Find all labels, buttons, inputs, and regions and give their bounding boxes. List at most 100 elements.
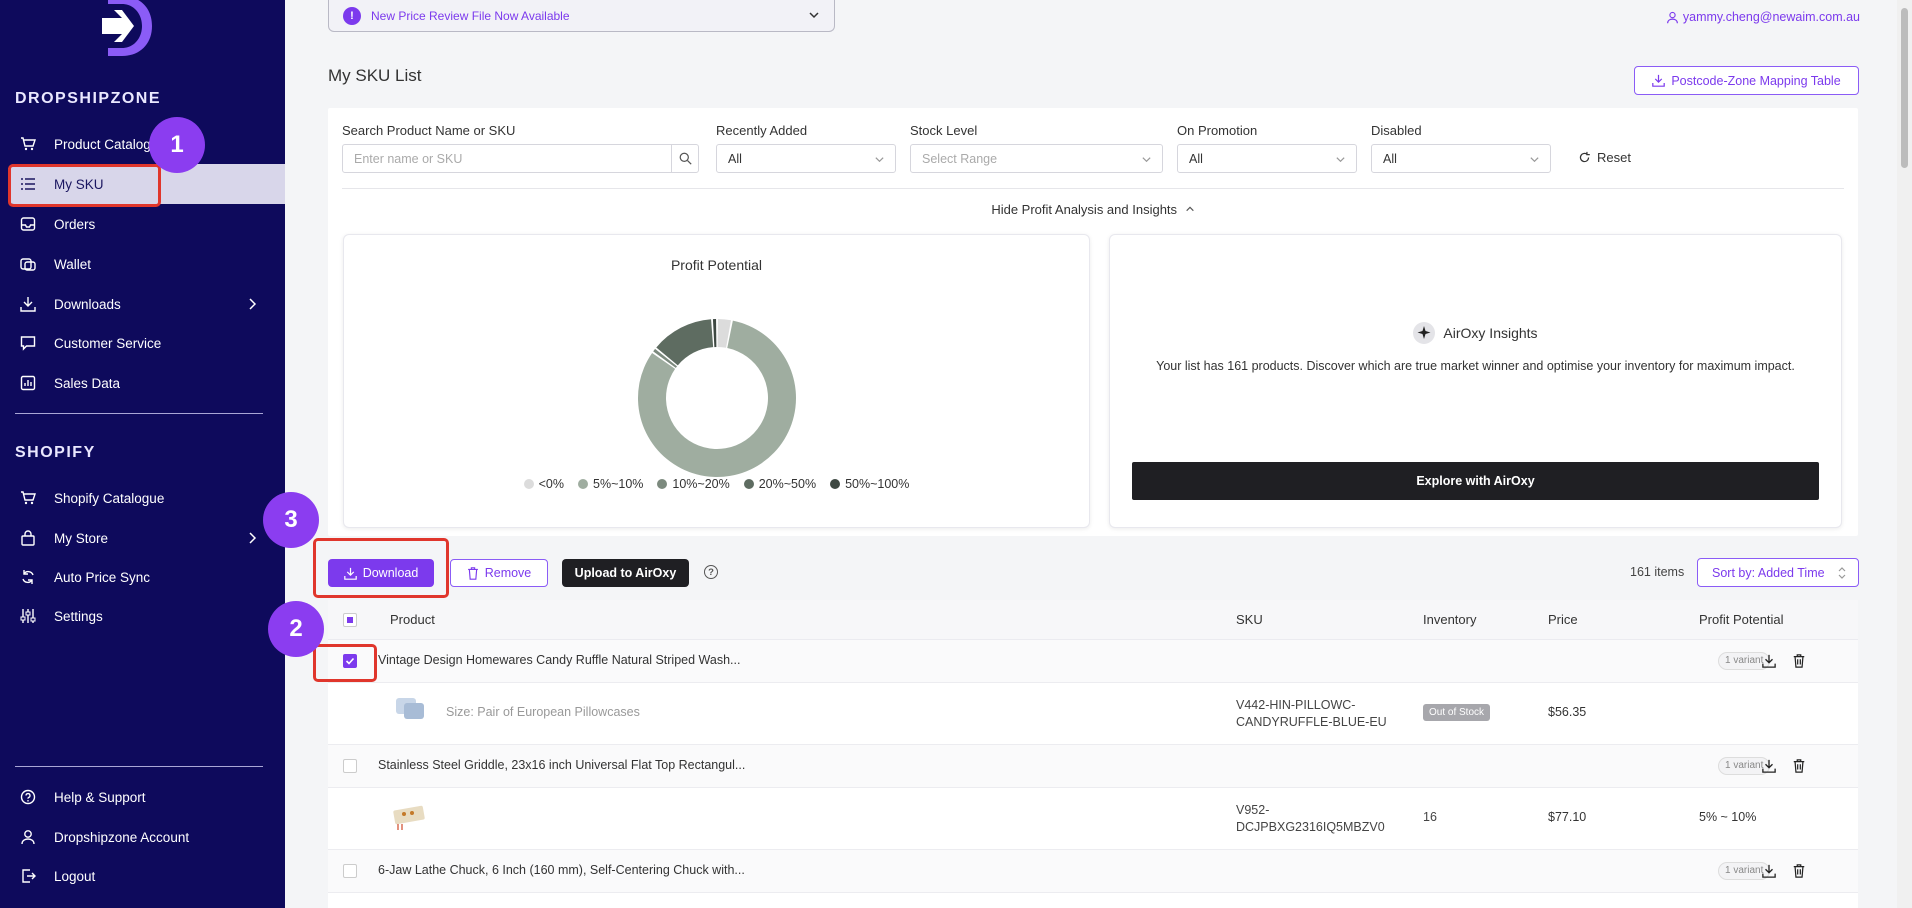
chevron-down-icon (1336, 157, 1345, 163)
inventory-value: 16 (1423, 810, 1437, 824)
sidebar-item-help-support[interactable]: Help & Support (0, 777, 285, 817)
banner-text: New Price Review File Now Available (371, 8, 570, 23)
upload-to-airoxy-button[interactable]: Upload to AirOxy (562, 559, 689, 587)
row-checkbox[interactable] (343, 864, 357, 878)
sidebar-item-label: Wallet (54, 256, 92, 272)
remove-label: Remove (484, 566, 532, 580)
stock-level-placeholder: Select Range (922, 151, 998, 166)
sidebar-item-my-store[interactable]: My Store (0, 518, 285, 558)
remove-button[interactable]: Remove (450, 559, 548, 587)
sidebar-item-downloads[interactable]: Downloads (0, 284, 285, 324)
price-value: $77.10 (1548, 810, 1587, 824)
sidebar-item-shopify-catalogue[interactable]: Shopify Catalogue (0, 478, 285, 518)
chevron-down-icon[interactable] (808, 9, 820, 21)
recently-added-value: All (728, 151, 742, 166)
chevron-right-icon (249, 532, 257, 544)
sidebar: DROPSHIPZONE Product Catalogue My SKU Or… (0, 0, 285, 908)
row-checkbox[interactable] (343, 759, 357, 773)
recently-added-label: Recently Added (716, 123, 808, 138)
download-icon (1652, 74, 1666, 87)
chevron-down-icon (1530, 157, 1539, 163)
trash-icon[interactable] (1792, 654, 1806, 668)
search-icon (679, 152, 692, 165)
cart-icon (21, 137, 36, 151)
logout-icon (22, 869, 36, 883)
product-title[interactable]: Stainless Steel Griddle, 23x16 inch Univ… (378, 758, 745, 772)
chevron-down-icon (1142, 157, 1151, 163)
sidebar-item-label: Orders (54, 216, 96, 232)
explore-with-airoxy-button[interactable]: Explore with AirOxy (1132, 462, 1819, 500)
search-placeholder: Enter name or SKU (354, 151, 463, 166)
help-icon (20, 789, 36, 805)
inbox-icon (20, 217, 36, 231)
legend-item: 50%~100% (830, 477, 909, 491)
search-button[interactable] (671, 144, 699, 173)
sidebar-item-auto-price-sync[interactable]: Auto Price Sync (0, 557, 285, 597)
user-icon (21, 830, 35, 845)
download-icon[interactable] (1762, 864, 1776, 878)
trash-icon[interactable] (1792, 759, 1806, 773)
sidebar-item-customer-service[interactable]: Customer Service (0, 323, 285, 363)
table-row[interactable]: Stainless Steel Griddle, 23x16 inch Univ… (328, 745, 1858, 788)
annotation-step-1: 1 (149, 117, 205, 173)
table-row[interactable]: Vintage Design Homewares Candy Ruffle Na… (328, 640, 1858, 683)
on-promotion-select[interactable]: All (1177, 144, 1357, 173)
trash-icon (467, 566, 478, 580)
sidebar-item-label: Downloads (54, 296, 121, 312)
column-header-profit-potential: Profit Potential (1699, 612, 1784, 627)
variant-row: Size: Pair of European Pillowcases V442-… (328, 683, 1858, 745)
profit-potential-card: Profit Potential <0% 5%~10% 10%~20% 20%~… (343, 234, 1090, 528)
sidebar-item-product-catalogue[interactable]: Product Catalogue (0, 124, 285, 164)
variant-name: Size: Pair of European Pillowcases (446, 705, 640, 719)
page-scrollbar[interactable] (1897, 0, 1912, 908)
trash-icon[interactable] (1792, 864, 1806, 878)
dropshipzone-section-title: DROPSHIPZONE (15, 90, 162, 107)
sidebar-item-orders[interactable]: Orders (0, 204, 285, 244)
disabled-select[interactable]: All (1371, 144, 1551, 173)
table-row[interactable]: 6-Jaw Lathe Chuck, 6 Inch (160 mm), Self… (328, 850, 1858, 893)
stock-level-select[interactable]: Select Range (910, 144, 1163, 173)
sidebar-divider (15, 766, 263, 767)
sidebar-item-label: Logout (54, 868, 96, 884)
items-count: 161 items (1630, 565, 1685, 579)
help-icon[interactable]: ? (704, 565, 718, 579)
sku-table: Product SKU Inventory Price Profit Poten… (328, 600, 1858, 908)
disabled-label: Disabled (1371, 123, 1422, 138)
recently-added-select[interactable]: All (716, 144, 896, 173)
sidebar-item-label: Sales Data (54, 375, 121, 391)
sidebar-item-label: Settings (54, 608, 103, 624)
scrollbar-thumb[interactable] (1901, 8, 1908, 168)
sidebar-item-account[interactable]: Dropshipzone Account (0, 817, 285, 857)
donut-slice-50%~100%[interactable] (712, 319, 717, 348)
airoxy-insights-card: AirOxy Insights Your list has 161 produc… (1109, 234, 1842, 528)
search-input[interactable]: Enter name or SKU (342, 144, 672, 173)
search-label: Search Product Name or SKU (342, 123, 516, 138)
chevron-down-icon (875, 157, 884, 163)
chat-icon (20, 336, 36, 351)
sort-select[interactable]: Sort by: Added Time (1697, 558, 1859, 587)
download-icon[interactable] (1762, 759, 1776, 773)
sidebar-item-sales-data[interactable]: Sales Data (0, 363, 285, 403)
sync-icon (22, 570, 34, 584)
column-header-product: Product (390, 612, 435, 627)
user-icon (1666, 11, 1678, 23)
legend-item: 10%~20% (657, 477, 730, 491)
sort-icon (1838, 567, 1846, 579)
cart-icon (21, 491, 36, 505)
product-title[interactable]: 6-Jaw Lathe Chuck, 6 Inch (160 mm), Self… (378, 863, 745, 877)
price-review-banner[interactable]: ! New Price Review File Now Available (328, 0, 835, 32)
select-all-checkbox[interactable] (343, 613, 357, 627)
annotation-highlight-checkbox (313, 644, 377, 682)
postcode-zone-mapping-button[interactable]: Postcode-Zone Mapping Table (1634, 66, 1859, 95)
sidebar-item-label: Auto Price Sync (54, 569, 151, 585)
hide-profit-analysis-toggle[interactable]: Hide Profit Analysis and Insights (328, 202, 1858, 217)
sidebar-item-settings[interactable]: Settings (0, 596, 285, 636)
sidebar-item-wallet[interactable]: Wallet (0, 244, 285, 284)
variant-row: V952- DCJPBXG2316IQ5MBZV0 16 $77.10 5% ~… (328, 788, 1858, 850)
download-icon[interactable] (1762, 654, 1776, 668)
dropshipzone-logo[interactable] (100, 0, 156, 56)
product-title[interactable]: Vintage Design Homewares Candy Ruffle Na… (378, 653, 740, 667)
reset-button[interactable]: Reset (1578, 150, 1631, 165)
user-account-link[interactable]: yammy.cheng@newaim.com.au (1666, 10, 1860, 24)
sidebar-item-logout[interactable]: Logout (0, 856, 285, 896)
